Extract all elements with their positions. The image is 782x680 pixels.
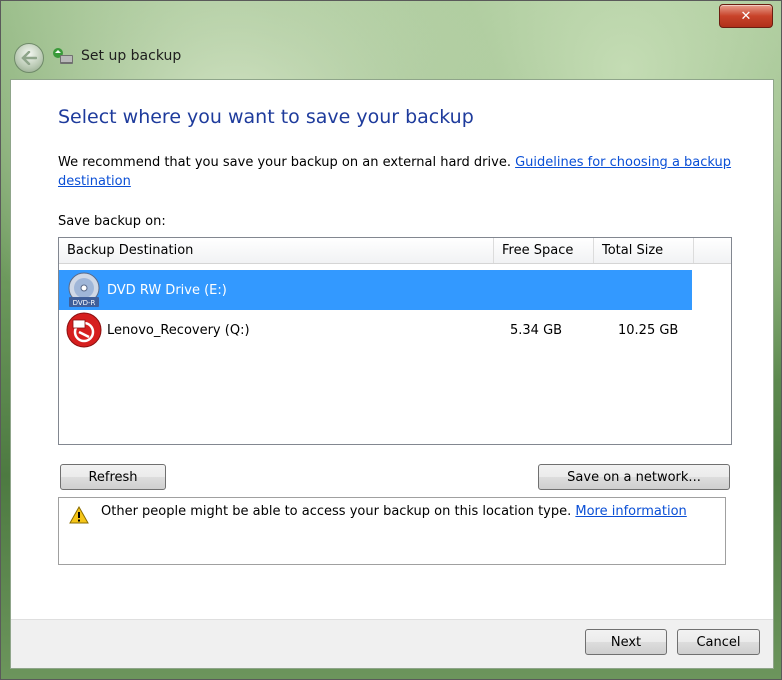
recommend-sentence: We recommend that you save your backup o… xyxy=(58,155,516,170)
row-name: DVD RW Drive (E:) xyxy=(107,282,227,298)
window-frame: ✕ Set up backup Select where you want to… xyxy=(0,0,782,680)
destination-list[interactable]: Backup Destination Free Space Total Size… xyxy=(58,237,732,445)
more-information-link[interactable]: More information xyxy=(575,504,686,519)
next-button[interactable]: Next xyxy=(585,629,667,655)
page-heading: Select where you want to save your backu… xyxy=(58,106,474,128)
backup-icon xyxy=(53,48,73,64)
list-row-recovery[interactable]: Lenovo_Recovery (Q:) 5.34 GB 10.25 GB xyxy=(59,310,718,350)
close-icon: ✕ xyxy=(740,8,752,24)
list-row-dvd[interactable]: DVD-R DVD RW Drive (E:) xyxy=(59,270,692,310)
header-backup-destination[interactable]: Backup Destination xyxy=(59,238,494,263)
wizard-content: Select where you want to save your backu… xyxy=(10,79,774,669)
save-on-network-button[interactable]: Save on a network... xyxy=(538,464,730,490)
cancel-button[interactable]: Cancel xyxy=(677,629,760,655)
warning-icon xyxy=(69,506,89,524)
recovery-drive-icon xyxy=(66,312,102,348)
back-arrow-icon xyxy=(21,51,37,65)
header-total-size[interactable]: Total Size xyxy=(594,238,694,263)
svg-text:DVD-R: DVD-R xyxy=(73,299,96,307)
header-blank xyxy=(694,238,731,263)
save-backup-label: Save backup on: xyxy=(58,214,166,229)
footer-bar: Next Cancel xyxy=(11,619,773,668)
close-button[interactable]: ✕ xyxy=(719,4,773,28)
warning-text: Other people might be able to access you… xyxy=(101,504,576,519)
header-free-space[interactable]: Free Space xyxy=(494,238,594,263)
window-title: Set up backup xyxy=(81,48,182,64)
warning-text-line: Other people might be able to access you… xyxy=(101,504,687,519)
list-header: Backup Destination Free Space Total Size xyxy=(59,238,731,264)
warning-box: Other people might be able to access you… xyxy=(58,497,726,565)
dvd-icon: DVD-R xyxy=(68,272,100,307)
row-total-size: 10.25 GB xyxy=(618,322,679,338)
back-button[interactable] xyxy=(14,43,44,73)
recommendation-text: We recommend that you save your backup o… xyxy=(58,153,748,191)
refresh-button[interactable]: Refresh xyxy=(60,464,166,490)
row-name: Lenovo_Recovery (Q:) xyxy=(107,322,250,338)
row-free-space: 5.34 GB xyxy=(510,322,563,338)
